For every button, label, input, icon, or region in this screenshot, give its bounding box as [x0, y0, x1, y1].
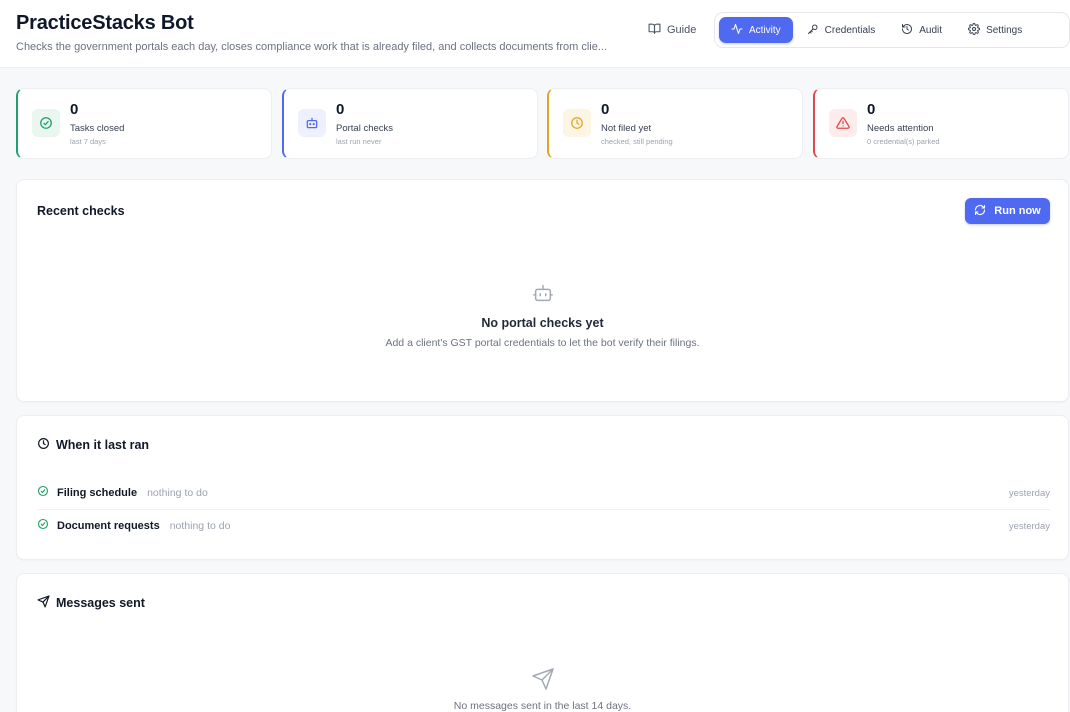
tab-settings[interactable]: Settings	[956, 17, 1034, 43]
last-ran-title: When it last ran	[56, 438, 150, 452]
guide-link[interactable]: Guide	[648, 18, 696, 42]
stat-value: 0	[867, 101, 876, 118]
recent-checks-panel: Recent checks Run now No portal checks y…	[16, 179, 1069, 402]
last-ran-header: When it last ran	[37, 437, 149, 453]
stat-card-needs-attention: 0 Needs attention 0 credential(s) parked	[813, 88, 1069, 159]
refresh-icon	[974, 204, 986, 219]
recent-checks-title: Recent checks	[37, 204, 125, 218]
tab-label: Settings	[986, 24, 1023, 36]
list-item: Filing schedule nothing to do yesterday	[37, 478, 1050, 508]
stat-sublabel: checked, still pending	[601, 137, 673, 146]
tab-credentials[interactable]: Credentials	[795, 17, 888, 43]
guide-label: Guide	[667, 24, 697, 36]
job-name: Document requests	[57, 520, 160, 532]
job-last-run: yesterday	[1008, 487, 1050, 499]
stat-label: Tasks closed	[70, 123, 125, 134]
stat-value: 0	[336, 101, 345, 118]
stat-label: Not filed yet	[601, 123, 652, 134]
tab-label: Activity	[749, 24, 781, 36]
key-icon	[807, 23, 819, 38]
app-subtitle: Checks the government portals each day, …	[16, 41, 608, 53]
bot-icon	[17, 282, 1068, 304]
job-name: Filing schedule	[57, 487, 138, 499]
clock-icon	[37, 437, 50, 453]
job-status: nothing to do	[169, 520, 231, 532]
check-circle-icon	[37, 517, 49, 535]
messages-header: Messages sent	[37, 595, 145, 611]
warning-icon	[829, 109, 857, 137]
stat-card-portal-checks: 0 Portal checks last run never	[282, 88, 538, 159]
send-icon	[17, 667, 1068, 691]
tab-label: Credentials	[824, 24, 876, 36]
stat-sublabel: 0 credential(s) parked	[867, 137, 940, 146]
clock-icon	[563, 109, 591, 137]
bot-icon	[298, 109, 326, 137]
tab-audit[interactable]: Audit	[889, 17, 954, 43]
activity-icon	[731, 23, 743, 38]
empty-state-title: No portal checks yet	[481, 316, 604, 330]
messages-panel: Messages sent No messages sent in the la…	[16, 573, 1069, 712]
check-circle-icon	[37, 484, 49, 502]
divider	[37, 509, 1050, 510]
tab-bar: Activity Credentials Audit Settings	[714, 12, 1070, 48]
send-icon	[37, 595, 50, 611]
last-ran-panel: When it last ran Filing schedule nothing…	[16, 415, 1069, 560]
book-open-icon	[648, 22, 661, 38]
empty-state-text: Add a client's GST portal credentials to…	[385, 337, 700, 349]
run-now-label: Run now	[994, 205, 1041, 217]
stat-value: 0	[601, 101, 610, 118]
gear-icon	[968, 22, 981, 38]
run-now-button[interactable]: Run now	[965, 198, 1050, 224]
list-item: Document requests nothing to do yesterda…	[37, 511, 1050, 541]
stat-label: Needs attention	[867, 123, 934, 134]
tab-activity[interactable]: Activity	[719, 17, 793, 43]
recent-checks-empty-state: No portal checks yet Add a client's GST …	[17, 282, 1068, 349]
empty-state-text: No messages sent in the last 14 days.	[453, 700, 632, 712]
stat-value: 0	[70, 101, 79, 118]
history-icon	[901, 23, 913, 38]
stat-card-not-filed: 0 Not filed yet checked, still pending	[547, 88, 803, 159]
stat-label: Portal checks	[336, 123, 394, 134]
stat-sublabel: last run never	[336, 137, 382, 146]
messages-empty-state: No messages sent in the last 14 days.	[17, 667, 1068, 712]
job-last-run: yesterday	[1008, 520, 1050, 532]
job-status: nothing to do	[147, 487, 208, 499]
messages-title: Messages sent	[56, 596, 145, 610]
tab-label: Audit	[919, 24, 943, 36]
check-circle-icon	[32, 109, 60, 137]
stat-card-tasks-closed: 0 Tasks closed last 7 days	[16, 88, 272, 159]
app-title: PracticeStacks Bot	[16, 12, 194, 34]
stat-sublabel: last 7 days	[70, 137, 106, 146]
top-bar: PracticeStacks Bot Checks the government…	[0, 0, 1070, 68]
